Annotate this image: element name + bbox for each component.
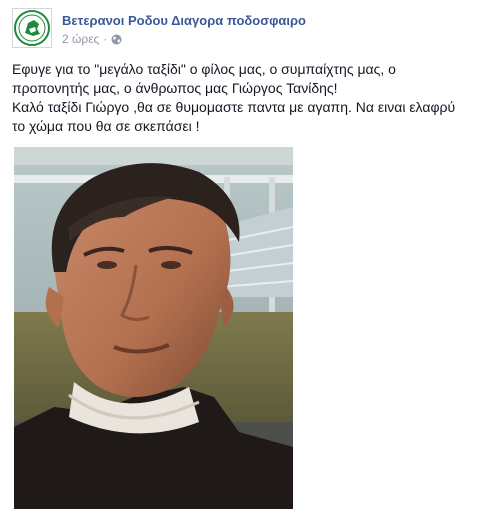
page-name-link[interactable]: Βετερανοι Ροδου Διαγορα ποδοσφαιρο [62,13,306,28]
portrait-photo [14,147,293,509]
meta-separator: · [103,32,108,46]
globe-icon[interactable] [111,34,122,45]
post-text-line: Καλό ταξίδι Γιώργο ,θα σε θυμομαστε παντ… [12,99,456,115]
page-avatar[interactable] [12,8,52,48]
post-message: Εφυγε για το "μεγάλο ταξίδι" ο φίλος μας… [12,60,496,136]
post-meta: 2 ώρες · [62,32,122,46]
post-text-line: το χώμα που θα σε σκεπάσει ! [12,118,200,134]
post-text-line: προπονητής μας, ο άνθρωπος μας Γιώργος Τ… [12,80,338,96]
post-photo[interactable] [14,147,293,509]
club-logo-icon [14,10,50,46]
post-timestamp[interactable]: 2 ώρες [62,32,99,46]
facebook-post: Βετερανοι Ροδου Διαγορα ποδοσφαιρο 2 ώρε… [0,0,496,509]
post-text-line: Εφυγε για το "μεγάλο ταξίδι" ο φίλος μας… [12,61,396,77]
